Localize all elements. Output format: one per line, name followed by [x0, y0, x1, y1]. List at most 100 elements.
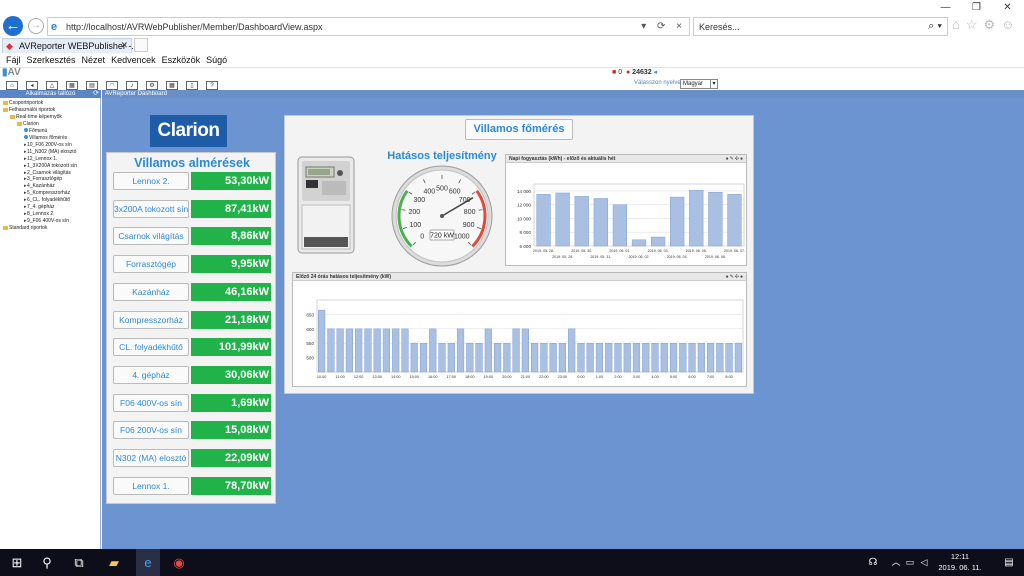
bar[interactable] [568, 328, 576, 373]
bar[interactable] [660, 342, 668, 373]
submeter-button[interactable]: Forrasztógép [113, 255, 189, 274]
bar[interactable] [574, 196, 589, 247]
bar[interactable] [345, 328, 353, 373]
bar[interactable] [632, 342, 641, 373]
bar[interactable] [727, 194, 742, 247]
volume-icon[interactable]: ◁ [918, 549, 930, 576]
back-button[interactable]: ← [3, 16, 23, 36]
bar[interactable] [531, 342, 539, 373]
tree-item[interactable]: Felhasználói riportok [3, 107, 55, 114]
tree-item[interactable]: ▸9_F06 400V-os sín [24, 218, 69, 225]
bar[interactable] [631, 239, 647, 247]
submeter-button[interactable]: F06 200V-os sín [113, 421, 189, 440]
help-tool-icon[interactable]: ? [206, 81, 218, 90]
bar[interactable] [555, 192, 570, 247]
bar[interactable] [540, 342, 548, 373]
tree-item[interactable]: ▸7_4. gépház [24, 204, 55, 211]
network-icon[interactable]: ▭ [904, 549, 916, 576]
new-tab-button[interactable] [134, 38, 148, 52]
submeter-button[interactable]: Lennox 2. [113, 172, 189, 190]
bar[interactable] [679, 342, 687, 373]
internet-explorer-icon[interactable]: e [136, 549, 160, 576]
bar[interactable] [651, 342, 659, 373]
tree-item[interactable]: Csoportriportok [3, 100, 43, 107]
menu-view[interactable]: Nézet [82, 53, 106, 67]
tree-item[interactable]: ▸2_Csarnok világítás [24, 170, 71, 177]
alarm-tool-icon[interactable]: ♪ [126, 81, 138, 90]
windows-start-icon[interactable]: ⊞ [8, 549, 26, 576]
bar[interactable] [364, 328, 372, 373]
close-icon[interactable]: ✕ [992, 2, 1023, 13]
report-tool-icon[interactable]: ▤ [86, 81, 98, 90]
gear-icon[interactable]: ⚙ [984, 17, 1002, 32]
gauge-tool-icon[interactable]: ◠ [106, 81, 118, 90]
home-tool-icon[interactable]: ⌂ [6, 81, 18, 90]
tree-item[interactable]: Clarion [17, 121, 39, 128]
bar[interactable] [707, 342, 715, 373]
bar[interactable] [558, 342, 566, 373]
bar[interactable] [466, 342, 474, 373]
favorites-icon[interactable]: ☆ [966, 17, 984, 32]
url-text[interactable]: http://localhost/AVRWebPublisher/Member/… [66, 22, 322, 32]
bar[interactable] [484, 328, 492, 373]
chrome-icon[interactable]: ◉ [168, 549, 190, 576]
tree-item[interactable]: ▸4_Kazánház [24, 183, 55, 190]
grid-tool-icon[interactable]: ▦ [166, 81, 178, 90]
bar[interactable] [318, 309, 326, 373]
bar[interactable] [689, 189, 704, 247]
menu-help[interactable]: Súgó [206, 53, 227, 67]
menu-tools[interactable]: Eszközök [162, 53, 201, 67]
tree-item[interactable]: ▸1_3X200A tokozott sín [24, 163, 77, 170]
tab-avreporter[interactable]: ◆ AVReporter WEBPublisher -... ✕ [2, 38, 139, 53]
tree-item[interactable]: Villamos főmérés [24, 135, 67, 142]
tree-item[interactable]: ▸3_Forrasztógép [24, 176, 62, 183]
chart-options-icons[interactable]: ●✎✣● [726, 156, 744, 162]
tree-item[interactable]: ▸11_N302 (MA) elosztó [24, 149, 76, 156]
search-taskbar-icon[interactable]: ⚲ [38, 549, 56, 576]
refresh-tree-icon[interactable]: ⟳ [93, 90, 99, 98]
bar[interactable] [669, 342, 678, 373]
address-bar[interactable]: e http://localhost/AVRWebPublisher/Membe… [47, 17, 690, 36]
bar[interactable] [475, 342, 483, 373]
forward-button[interactable]: → [28, 18, 44, 34]
bar[interactable] [642, 342, 650, 373]
tree-item[interactable]: ▸8_Lennox 2. [24, 211, 55, 218]
tree-item[interactable]: Real-time képernyők [10, 114, 62, 121]
submeter-button[interactable]: CL. folyadékhűtő [113, 338, 189, 357]
bar[interactable] [382, 328, 391, 373]
submeter-button[interactable]: Lennox 1. [113, 476, 189, 495]
menu-favorites[interactable]: Kedvencek [111, 53, 156, 67]
table-tool-icon[interactable]: ▦ [66, 81, 78, 90]
bar[interactable] [429, 328, 437, 373]
bar[interactable] [708, 192, 723, 247]
bar[interactable] [670, 196, 685, 247]
bar[interactable] [577, 342, 585, 373]
bar[interactable] [725, 342, 733, 373]
clock[interactable]: 12:11 2019. 06. 11. [932, 551, 988, 573]
people-icon[interactable]: ☊ [866, 549, 880, 576]
bar[interactable] [586, 342, 594, 373]
bar[interactable] [410, 342, 418, 373]
task-view-icon[interactable]: ⧉ [70, 549, 88, 576]
bar[interactable] [623, 342, 631, 373]
menu-file[interactable]: Fájl [6, 53, 21, 67]
home-icon[interactable]: ⌂ [952, 17, 966, 32]
bar[interactable] [447, 342, 455, 373]
document-tool-icon[interactable]: ▯ [186, 81, 198, 90]
submeter-button[interactable]: F06 400V-os sín [113, 393, 189, 412]
bar[interactable] [336, 328, 344, 373]
tree-item[interactable]: Standard riportok [3, 225, 47, 232]
bar[interactable] [438, 342, 446, 373]
bar[interactable] [614, 342, 622, 373]
chevron-up-icon[interactable]: ︿ [890, 549, 902, 576]
notification-icon[interactable]: ▤ [1000, 549, 1018, 576]
file-explorer-icon[interactable]: ▰ [104, 549, 124, 576]
bar[interactable] [688, 342, 696, 373]
submeter-button[interactable]: Csarnok világítás [113, 227, 189, 246]
tree-item[interactable]: ▸10_F06 200V-os sín [24, 142, 72, 149]
bar[interactable] [419, 342, 428, 373]
bar[interactable] [595, 342, 604, 373]
bar[interactable] [549, 342, 557, 373]
refresh-icon[interactable]: ▾ ⟳ × [641, 21, 686, 32]
chart-options-icons-2[interactable]: ●✎✣● [726, 274, 744, 280]
